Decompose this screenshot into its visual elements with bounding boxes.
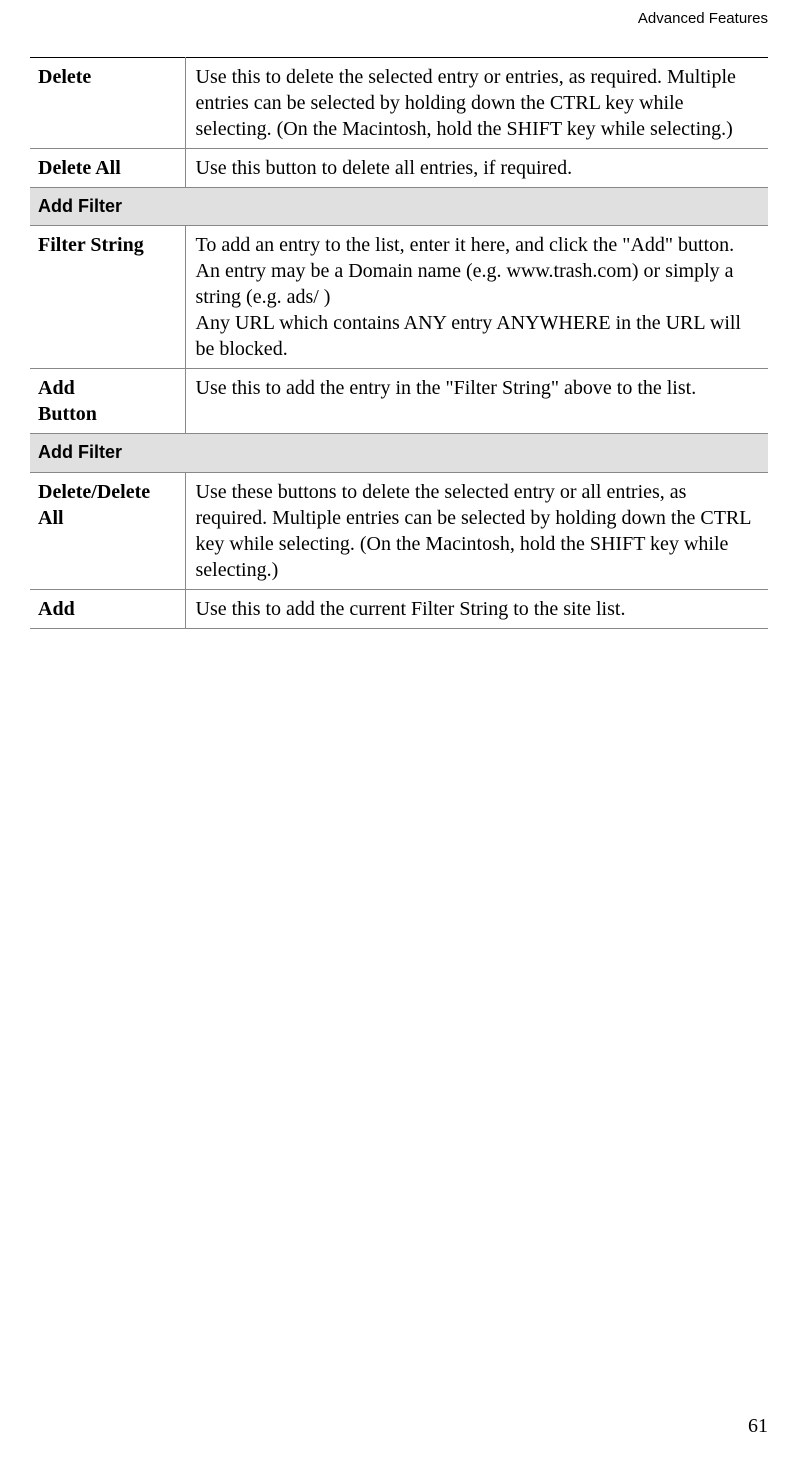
section-header-cell: Add Filter: [30, 188, 768, 226]
definition-label: Add: [30, 589, 185, 628]
table-row: Delete AllUse this button to delete all …: [30, 149, 768, 188]
definitions-table: DeleteUse this to delete the selected en…: [30, 57, 768, 629]
page-number: 61: [748, 1415, 768, 1438]
table-row: Delete/Delete AllUse these buttons to de…: [30, 472, 768, 589]
definition-description: Use these buttons to delete the selected…: [185, 472, 768, 589]
table-row: AddUse this to add the current Filter St…: [30, 589, 768, 628]
definition-label: Filter String: [30, 226, 185, 369]
definition-description: Use this to delete the selected entry or…: [185, 58, 768, 149]
table-row: Filter StringTo add an entry to the list…: [30, 226, 768, 369]
table-row: Add Filter: [30, 434, 768, 472]
table-row: Add ButtonUse this to add the entry in t…: [30, 369, 768, 434]
definition-description: To add an entry to the list, enter it he…: [185, 226, 768, 369]
definition-description: Use this to add the current Filter Strin…: [185, 589, 768, 628]
definition-label: Delete/Delete All: [30, 472, 185, 589]
page-header: Advanced Features: [638, 10, 768, 27]
section-header-cell: Add Filter: [30, 434, 768, 472]
definition-description: Use this to add the entry in the "Filter…: [185, 369, 768, 434]
table-row: Add Filter: [30, 188, 768, 226]
table-row: DeleteUse this to delete the selected en…: [30, 58, 768, 149]
definition-label: Add Button: [30, 369, 185, 434]
definition-description: Use this button to delete all entries, i…: [185, 149, 768, 188]
definition-label: Delete: [30, 58, 185, 149]
definition-label: Delete All: [30, 149, 185, 188]
